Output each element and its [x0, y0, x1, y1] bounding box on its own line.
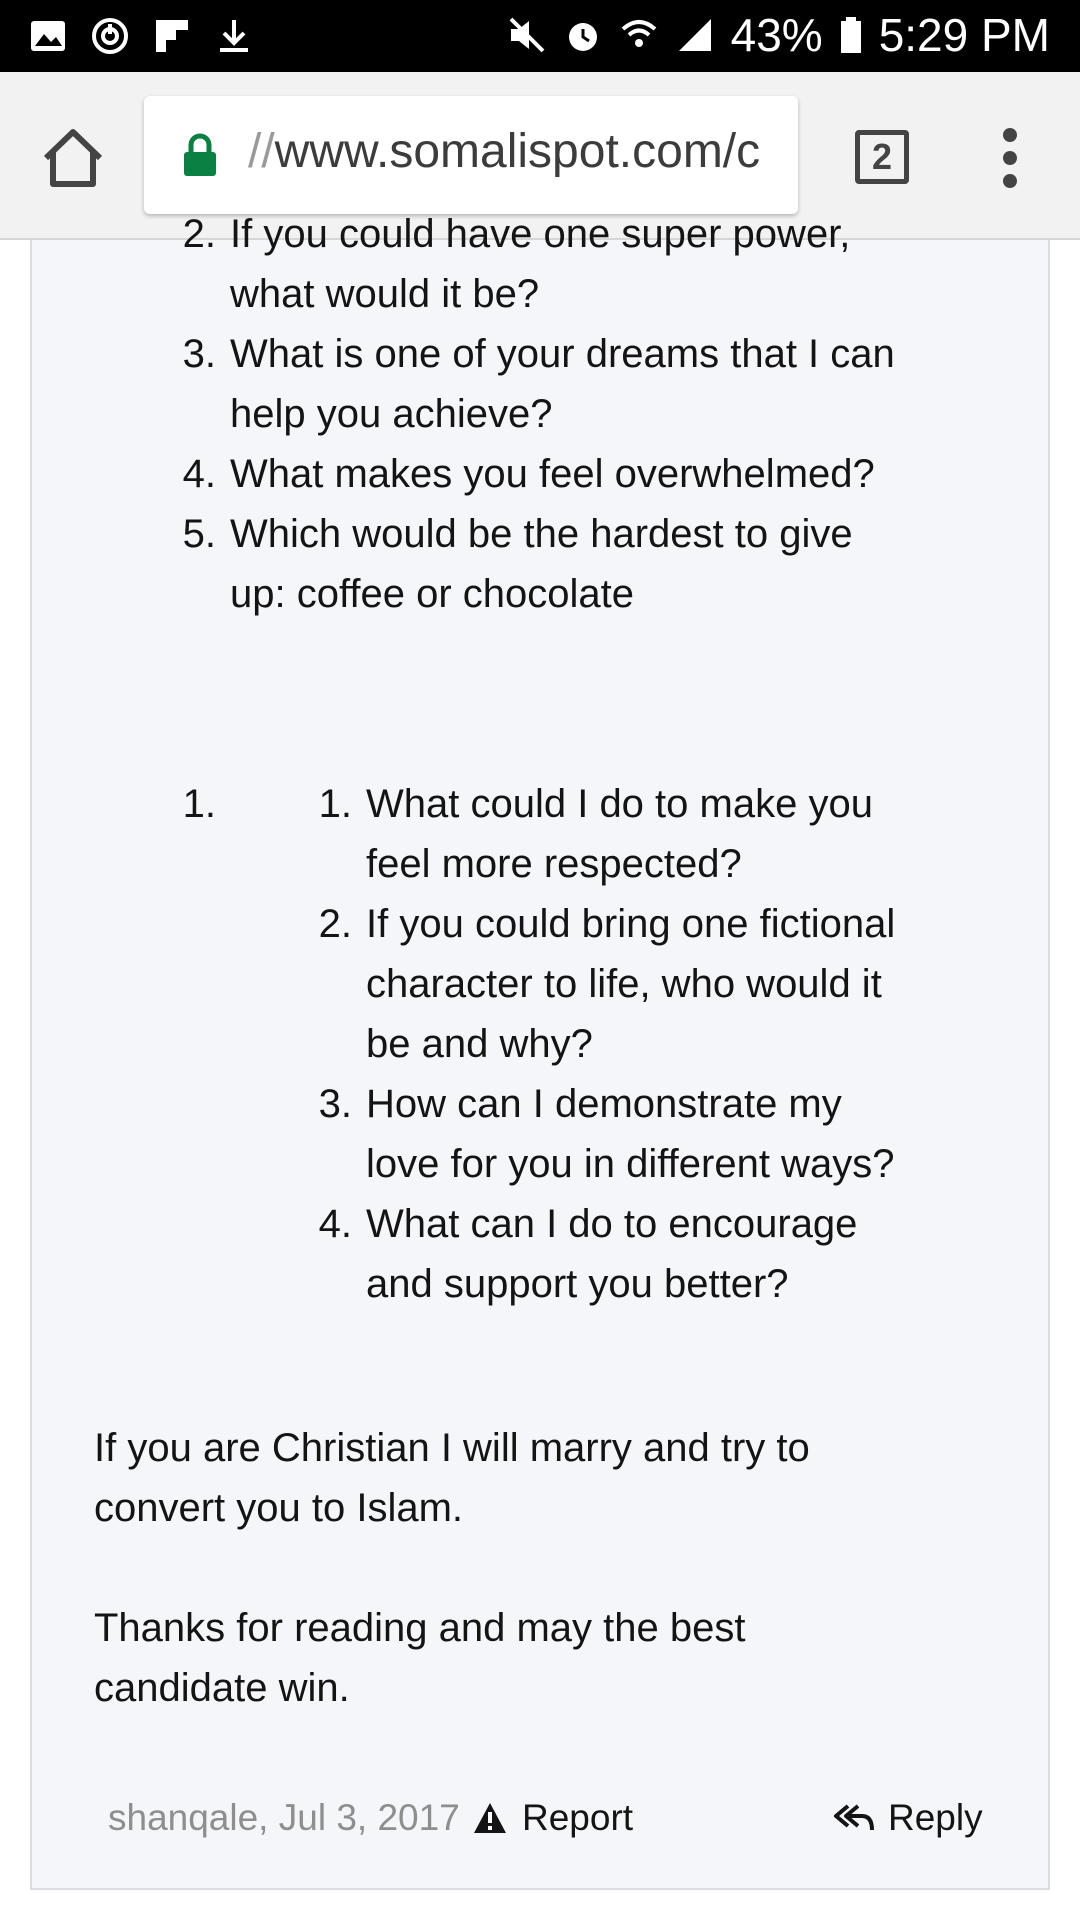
battery-icon: [840, 17, 861, 53]
list-number: 3.: [182, 332, 216, 376]
status-left-icons: [28, 16, 254, 56]
paragraph-line: candidate win.: [94, 1666, 350, 1710]
home-icon[interactable]: [38, 124, 108, 194]
reply-button[interactable]: Reply: [834, 1788, 983, 1848]
image-icon: [31, 21, 65, 51]
list-item-text: character to life, who would it: [366, 962, 882, 1006]
signal-icon: [678, 19, 711, 51]
overflow-menu-icon[interactable]: [1000, 128, 1020, 188]
list-item-text: What makes you feel overwhelmed?: [230, 452, 875, 496]
reply-all-icon: [834, 1804, 874, 1831]
tab-switcher-button[interactable]: 2: [855, 130, 909, 184]
list-item-text: How can I demonstrate my: [366, 1082, 842, 1126]
download-icon: [220, 20, 248, 52]
warning-icon: [474, 1803, 506, 1833]
lock-icon: [184, 133, 216, 176]
reply-label: Reply: [888, 1797, 983, 1838]
list-number: 4.: [182, 452, 216, 496]
list-item-text: What can I do to encourage: [366, 1202, 858, 1246]
list-number: 4.: [318, 1202, 352, 1246]
status-bar: 43% 5:29 PM: [0, 0, 1080, 72]
list-number: 3.: [318, 1082, 352, 1126]
url-text: //www.somalispot.com/c: [248, 124, 760, 179]
paragraph-line: If you are Christian I will marry and tr…: [94, 1426, 810, 1470]
report-button[interactable]: Report: [472, 1788, 633, 1848]
sync-icon: [92, 18, 128, 54]
clock: 5:29 PM: [878, 9, 1050, 61]
report-label: Report: [522, 1797, 634, 1838]
list-item-text: Which would be the hardest to give: [230, 512, 853, 556]
list-number: 1.: [318, 782, 352, 826]
list-number: 5.: [182, 512, 216, 556]
paragraph-line: convert you to Islam.: [94, 1486, 464, 1530]
alarm-icon: [568, 23, 597, 51]
list-number: 2.: [182, 212, 216, 256]
url-fade: [758, 96, 798, 214]
battery-percent: 43%: [730, 9, 823, 61]
list-item-text: be and why?: [366, 1022, 593, 1066]
paragraph-line: Thanks for reading and may the best: [94, 1606, 746, 1650]
list-item-text: what would it be?: [230, 272, 540, 316]
list-item-text: What could I do to make you: [366, 782, 873, 826]
url-domain: www.somalispot.com/c: [274, 125, 761, 178]
list-item-text: If you could bring one fictional: [366, 902, 896, 946]
list-item-text: What is one of your dreams that I can: [230, 332, 895, 376]
author-date-link[interactable]: shanqale, Jul 3, 2017: [108, 1788, 460, 1848]
status-right: 43% 5:29 PM: [507, 8, 1050, 62]
outer-list-number: 1.: [182, 782, 216, 826]
post-footer: shanqale, Jul 3, 2017 Report Reply: [108, 1788, 1008, 1848]
address-bar[interactable]: //www.somalispot.com/c: [144, 96, 798, 214]
url-prefix: //: [248, 125, 275, 178]
list-number: 2.: [318, 902, 352, 946]
list-item-text: love for you in different ways?: [366, 1142, 895, 1186]
flipboard-icon: [156, 20, 188, 52]
post-body: 2. If you could have one super power, wh…: [30, 212, 1050, 1890]
list-item-text: help you achieve?: [230, 392, 553, 436]
mute-icon: [509, 17, 545, 53]
list-item-text: up: coffee or chocolate: [230, 572, 634, 616]
list-item-text: and support you better?: [366, 1262, 789, 1306]
list-item-text: If you could have one super power,: [230, 212, 851, 256]
list-item-text: feel more respected?: [366, 842, 742, 886]
wifi-icon: [621, 20, 656, 47]
